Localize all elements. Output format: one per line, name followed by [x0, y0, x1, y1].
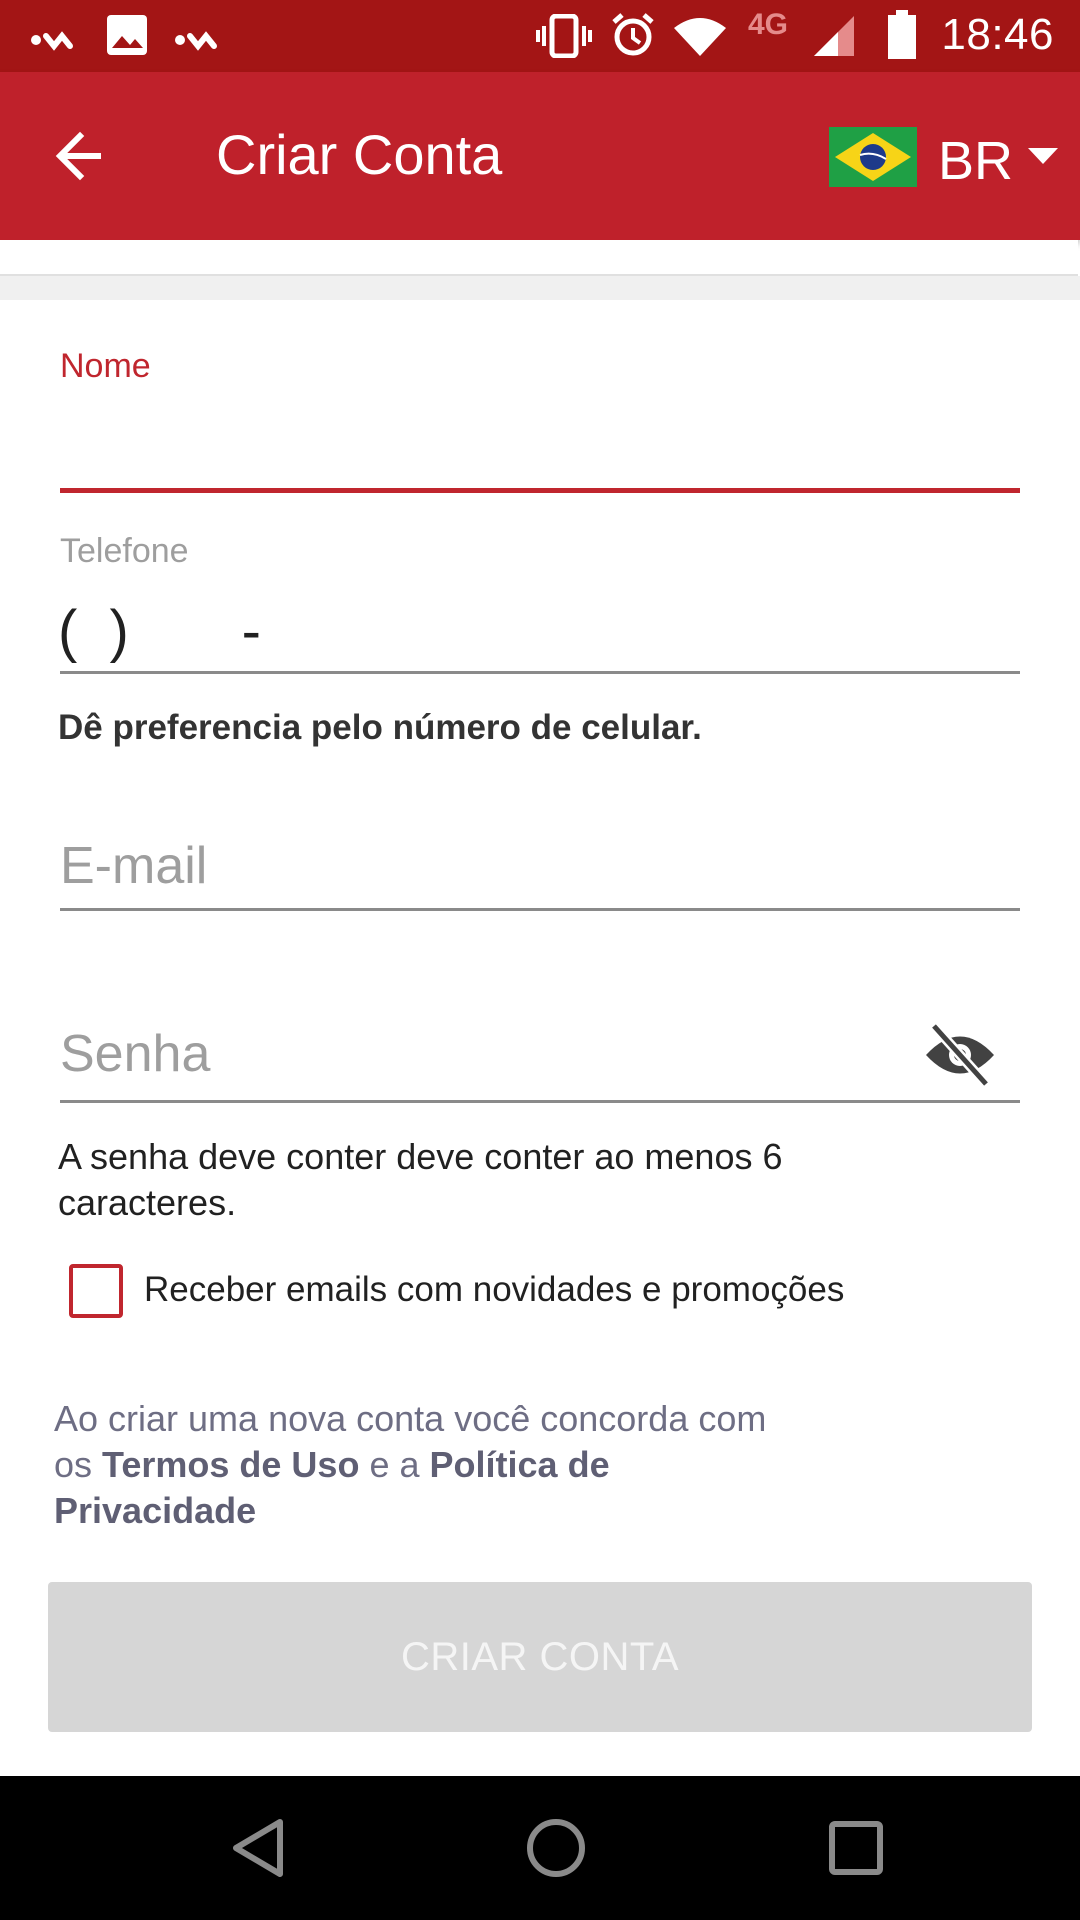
senha-underline	[60, 1100, 1020, 1103]
newsletter-option[interactable]: Receber emails com novidades e promoções	[66, 1260, 966, 1320]
telefone-underline	[60, 671, 1020, 674]
create-account-button[interactable]: CRIAR CONTA	[48, 1582, 1032, 1732]
status-time: 18:46	[941, 10, 1054, 59]
terms-middle: e a	[369, 1444, 420, 1485]
page-title: Criar Conta	[216, 123, 503, 186]
navigation-bar	[0, 1776, 1080, 1920]
telefone-label: Telefone	[60, 532, 189, 570]
newsletter-label: Receber emails com novidades e promoções	[144, 1270, 845, 1309]
caret-down-icon	[1028, 148, 1058, 164]
nome-label: Nome	[60, 347, 151, 385]
telefone-input[interactable]: ( ) -	[58, 598, 261, 665]
home-circle-icon[interactable]	[524, 1816, 588, 1880]
notification-icon	[175, 31, 217, 51]
back-triangle-icon[interactable]	[228, 1816, 288, 1880]
wifi-icon	[674, 18, 726, 56]
network-type-label: 4G	[748, 8, 789, 41]
eye-off-icon	[926, 1022, 994, 1088]
app-bar: Criar Conta BR	[0, 72, 1080, 240]
divider-band	[0, 276, 1080, 300]
terms-text: Ao criar uma nova conta você concorda co…	[54, 1396, 774, 1534]
nome-underline	[60, 488, 1020, 493]
brazil-flag-icon	[829, 127, 917, 187]
image-icon	[107, 15, 147, 55]
senha-input[interactable]: Senha	[60, 1024, 210, 1084]
newsletter-checkbox[interactable]	[69, 1264, 123, 1318]
battery-icon	[888, 10, 916, 59]
nome-input[interactable]	[60, 400, 1020, 485]
alarm-icon	[612, 13, 654, 56]
signal-icon	[814, 16, 854, 56]
back-button[interactable]	[40, 116, 130, 196]
telefone-hint: Dê preferencia pelo número de celular.	[58, 708, 702, 747]
country-code: BR	[938, 131, 1014, 191]
vibrate-icon	[536, 14, 592, 58]
country-selector[interactable]: BR	[826, 102, 1066, 212]
password-visibility-toggle[interactable]	[920, 1020, 1000, 1090]
senha-hint: A senha deve conter deve conter ao menos…	[58, 1136, 783, 1223]
terms-of-use-link[interactable]: Termos de Uso	[102, 1444, 359, 1485]
recents-square-icon[interactable]	[826, 1818, 886, 1878]
header-card	[0, 240, 1078, 276]
notification-icon	[31, 31, 73, 51]
arrow-back-icon	[55, 131, 101, 181]
email-underline	[60, 908, 1020, 911]
email-input[interactable]: E-mail	[60, 836, 207, 896]
status-bar: 4G 18:46	[0, 0, 1080, 72]
